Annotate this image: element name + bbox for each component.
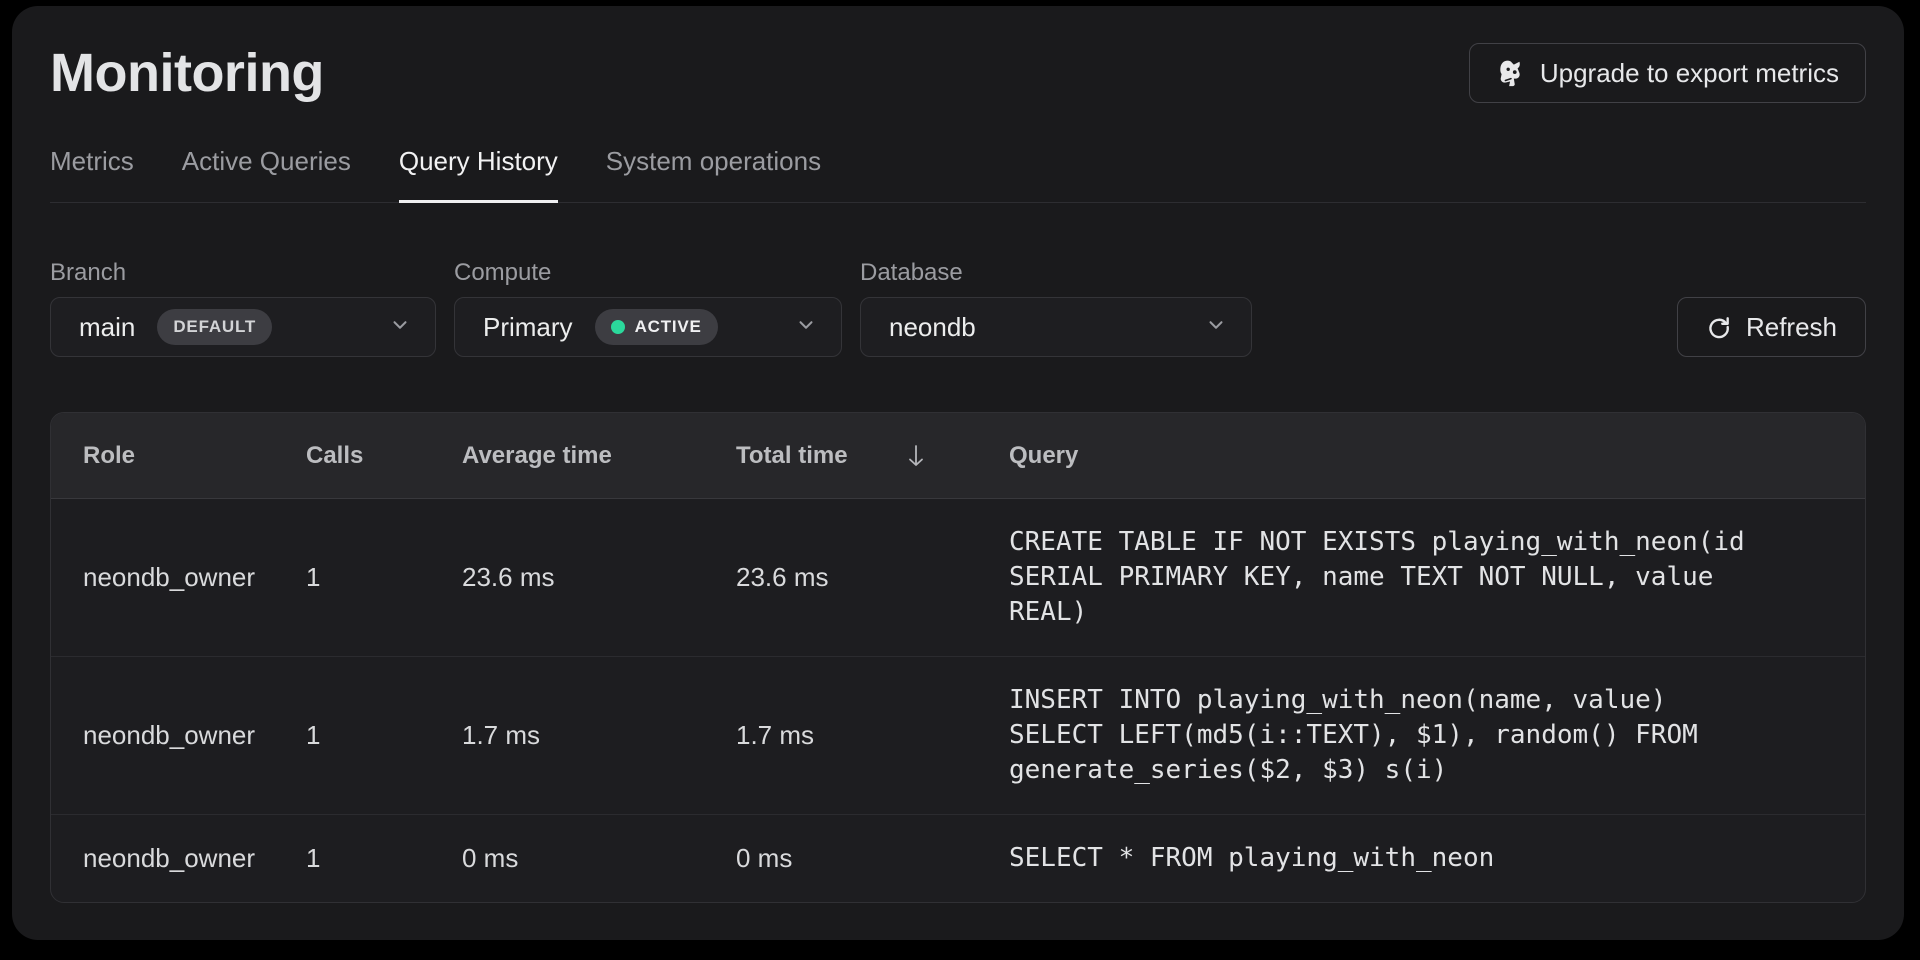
- filter-bar: Branch main DEFAULT Compute Primary ACTI…: [50, 259, 1866, 357]
- tab-metrics[interactable]: Metrics: [50, 148, 134, 203]
- row-calls: 1: [306, 841, 462, 876]
- sort-descending-icon: [904, 443, 928, 469]
- sql-query-text: INSERT INTO playing_with_neon(name, valu…: [1009, 683, 1759, 788]
- active-status-dot: [611, 320, 625, 334]
- refresh-icon: [1706, 314, 1732, 340]
- refresh-button[interactable]: Refresh: [1677, 297, 1866, 357]
- sql-query-text: CREATE TABLE IF NOT EXISTS playing_with_…: [1009, 525, 1759, 630]
- column-header-role[interactable]: Role: [51, 442, 306, 470]
- tab-system-operations[interactable]: System operations: [606, 148, 821, 203]
- column-header-average-time[interactable]: Average time: [462, 442, 736, 470]
- tab-query-history[interactable]: Query History: [399, 148, 558, 203]
- total-time-header-label: Total time: [736, 442, 848, 470]
- upgrade-button-label: Upgrade to export metrics: [1540, 58, 1839, 89]
- database-value: neondb: [889, 312, 976, 343]
- database-select[interactable]: neondb: [860, 297, 1252, 357]
- active-status-badge: ACTIVE: [595, 309, 718, 345]
- table-row: neondb_owner 1 0 ms 0 ms SELECT * FROM p…: [51, 815, 1865, 902]
- column-header-total-time[interactable]: Total time: [736, 442, 1009, 470]
- chevron-down-icon: [1205, 314, 1227, 341]
- row-total-time: 23.6 ms: [736, 560, 1009, 595]
- database-filter: Database neondb: [860, 259, 1252, 357]
- tab-active-queries[interactable]: Active Queries: [182, 148, 351, 203]
- database-label: Database: [860, 259, 1252, 287]
- row-total-time: 0 ms: [736, 841, 1009, 876]
- row-role: neondb_owner: [51, 718, 306, 753]
- monitoring-page: Monitoring Upgrade to export metrics Met…: [12, 6, 1904, 940]
- row-calls: 1: [306, 560, 462, 595]
- row-average-time: 0 ms: [462, 841, 736, 876]
- page-header: Monitoring Upgrade to export metrics: [50, 42, 1866, 104]
- table-row: neondb_owner 1 1.7 ms 1.7 ms INSERT INTO…: [51, 657, 1865, 815]
- column-header-calls[interactable]: Calls: [306, 442, 462, 470]
- compute-select[interactable]: Primary ACTIVE: [454, 297, 842, 357]
- row-calls: 1: [306, 718, 462, 753]
- query-history-table: Role Calls Average time Total time Query…: [50, 412, 1866, 903]
- compute-label: Compute: [454, 259, 842, 287]
- refresh-button-label: Refresh: [1746, 312, 1837, 343]
- branch-filter: Branch main DEFAULT: [50, 259, 436, 357]
- datadog-dog-icon: [1496, 58, 1526, 88]
- table-row: neondb_owner 1 23.6 ms 23.6 ms CREATE TA…: [51, 499, 1865, 657]
- branch-select[interactable]: main DEFAULT: [50, 297, 436, 357]
- branch-label: Branch: [50, 259, 436, 287]
- column-header-query[interactable]: Query: [1009, 442, 1865, 470]
- branch-value: main: [79, 312, 135, 343]
- row-query: SELECT * FROM playing_with_neon: [1009, 841, 1865, 876]
- row-role: neondb_owner: [51, 560, 306, 595]
- page-title: Monitoring: [50, 42, 324, 104]
- row-average-time: 23.6 ms: [462, 560, 736, 595]
- chevron-down-icon: [795, 314, 817, 341]
- active-badge-label: ACTIVE: [635, 317, 702, 337]
- chevron-down-icon: [389, 314, 411, 341]
- sql-query-text: SELECT * FROM playing_with_neon: [1009, 841, 1759, 876]
- monitoring-tabs: Metrics Active Queries Query History Sys…: [50, 148, 1866, 203]
- table-header-row: Role Calls Average time Total time Query: [51, 413, 1865, 499]
- row-role: neondb_owner: [51, 841, 306, 876]
- row-average-time: 1.7 ms: [462, 718, 736, 753]
- upgrade-to-export-metrics-button[interactable]: Upgrade to export metrics: [1469, 43, 1866, 103]
- row-query: INSERT INTO playing_with_neon(name, valu…: [1009, 683, 1865, 788]
- row-query: CREATE TABLE IF NOT EXISTS playing_with_…: [1009, 525, 1865, 630]
- row-total-time: 1.7 ms: [736, 718, 1009, 753]
- compute-value: Primary: [483, 312, 573, 343]
- default-badge: DEFAULT: [157, 309, 272, 345]
- compute-filter: Compute Primary ACTIVE: [454, 259, 842, 357]
